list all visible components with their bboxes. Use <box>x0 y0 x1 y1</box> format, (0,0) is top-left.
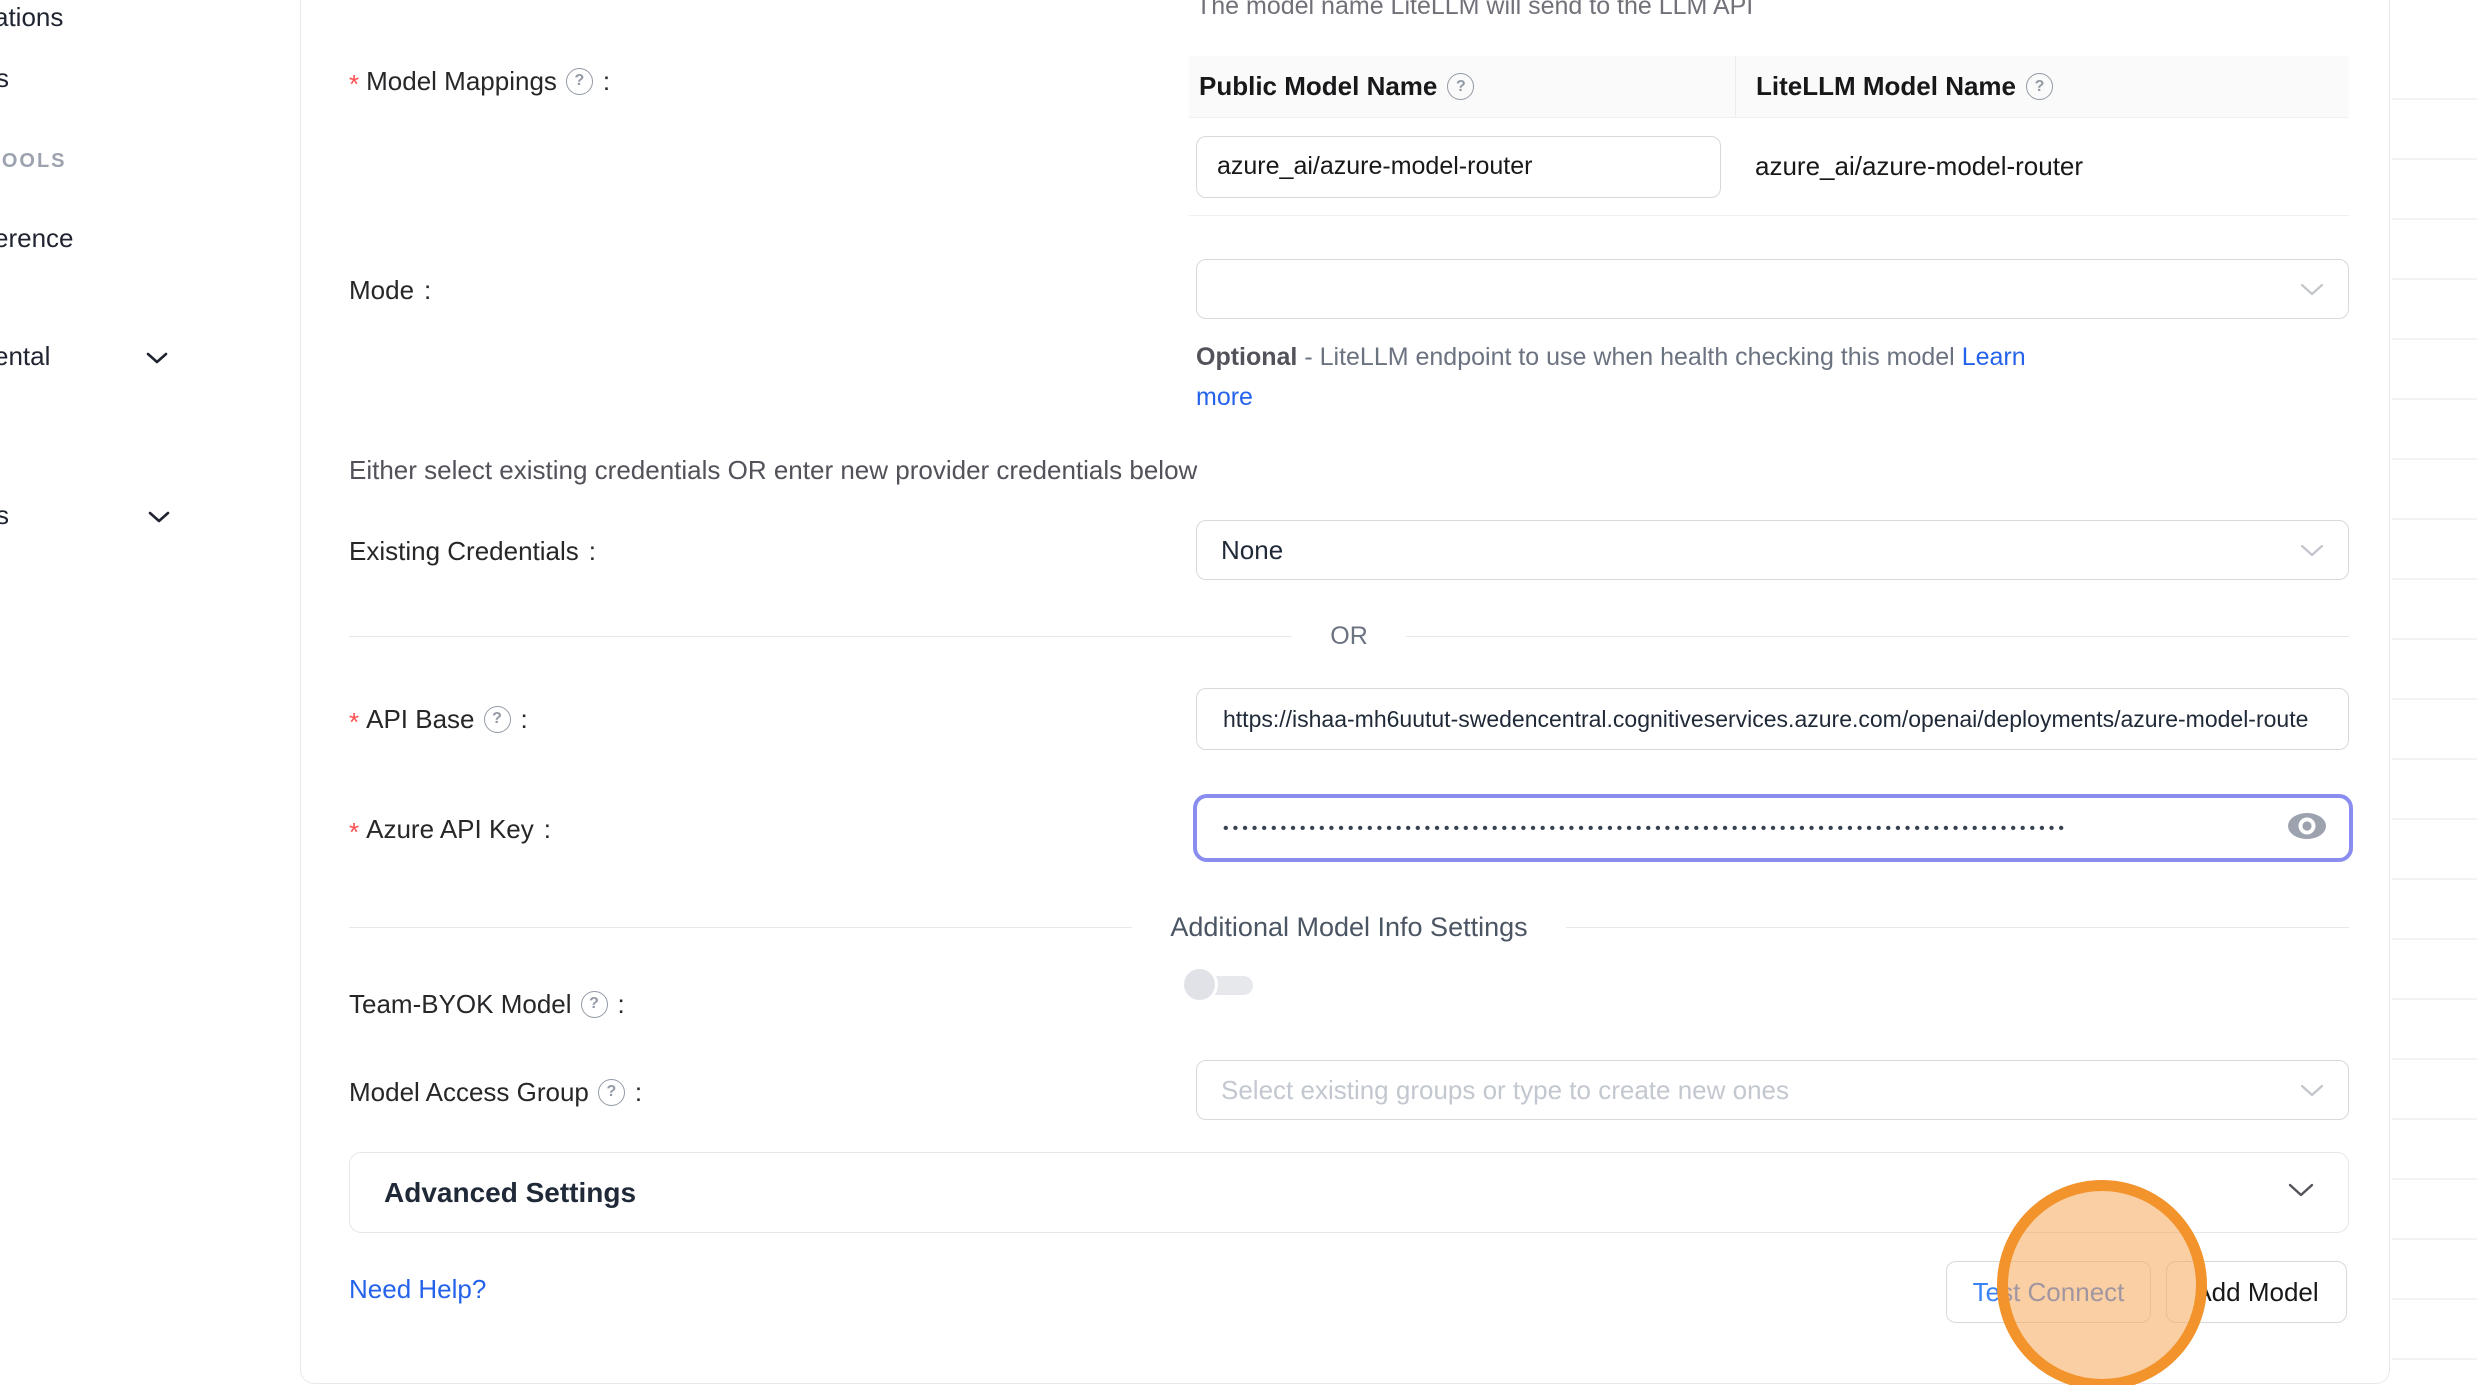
need-help-link[interactable]: Need Help? <box>349 1274 486 1305</box>
chevron-down-icon <box>2300 283 2324 296</box>
chevron-down-icon <box>2300 544 2324 557</box>
existing-credentials-value: None <box>1221 535 1283 566</box>
chevron-down-icon <box>2300 1084 2324 1097</box>
add-model-modal: The model name LiteLLM will send to the … <box>300 0 2390 1384</box>
public-model-name-input[interactable]: azure_ai/azure-model-router <box>1196 136 1721 198</box>
required-asterisk: * <box>349 700 359 738</box>
chevron-down-icon <box>146 341 168 372</box>
existing-credentials-select[interactable]: None <box>1196 520 2349 580</box>
mode-label: Mode : <box>349 269 431 311</box>
team-byok-label: Team-BYOK Model ? : <box>349 983 625 1025</box>
sidebar-item-label: s <box>0 500 9 531</box>
help-question-icon[interactable]: ? <box>484 706 511 733</box>
team-byok-toggle[interactable] <box>1184 969 1254 1001</box>
background-rows-right <box>2392 40 2477 1385</box>
help-question-icon[interactable]: ? <box>2026 73 2053 100</box>
credentials-note: Either select existing credentials OR en… <box>349 455 1197 486</box>
sidebar-item-organizations[interactable]: ations <box>0 2 63 33</box>
sidebar-item-label: erence <box>0 223 74 254</box>
sidebar-section-label: TOOLS <box>0 150 67 173</box>
sidebar-item[interactable]: s <box>0 63 9 94</box>
public-model-name-header: Public Model Name ? <box>1189 56 1735 117</box>
model-access-group-label: Model Access Group ? : <box>349 1071 642 1113</box>
api-base-label: * API Base ? : <box>349 698 528 740</box>
toggle-knob <box>1184 969 1215 1000</box>
sidebar-item-settings[interactable]: s <box>0 500 196 531</box>
masked-password-value: ••••••••••••••••••••••••••••••••••••••••… <box>1223 818 2068 838</box>
sidebar-section-tools: TOOLS <box>0 150 67 173</box>
or-divider: OR <box>349 622 2349 651</box>
sidebar: ations s TOOLS erence ental s <box>0 0 300 1385</box>
sidebar-item[interactable]: erence <box>0 223 74 254</box>
azure-api-key-input[interactable]: ••••••••••••••••••••••••••••••••••••••••… <box>1193 794 2353 862</box>
litellm-model-name-value: azure_ai/azure-model-router <box>1735 151 2083 182</box>
required-asterisk: * <box>349 62 359 100</box>
model-name-helper-text: The model name LiteLLM will send to the … <box>1196 0 1753 21</box>
sidebar-item-label: ental <box>0 341 50 372</box>
advanced-settings-title: Advanced Settings <box>384 1177 636 1209</box>
model-mappings-label: * Model Mappings ? : <box>349 60 610 102</box>
sidebar-item-label: s <box>0 63 9 94</box>
help-question-icon[interactable]: ? <box>581 991 608 1018</box>
chevron-down-icon <box>2288 1183 2314 1202</box>
help-question-icon[interactable]: ? <box>566 68 593 95</box>
mode-help-text: Optional - LiteLLM endpoint to use when … <box>1196 337 2326 417</box>
required-asterisk: * <box>349 810 359 848</box>
sidebar-item-label: ations <box>0 2 63 33</box>
eye-icon[interactable] <box>2287 812 2327 845</box>
model-mappings-table: Public Model Name ? LiteLLM Model Name ?… <box>1189 56 2349 216</box>
model-access-group-select[interactable]: Select existing groups or type to create… <box>1196 1060 2349 1120</box>
sidebar-item-experimental[interactable]: ental <box>0 341 194 372</box>
additional-info-divider: Additional Model Info Settings <box>349 912 2349 943</box>
mode-select[interactable] <box>1196 259 2349 319</box>
existing-credentials-label: Existing Credentials : <box>349 530 596 572</box>
model-access-group-placeholder: Select existing groups or type to create… <box>1221 1075 1789 1106</box>
api-base-input[interactable]: https://ishaa-mh6uutut-swedencentral.cog… <box>1196 688 2349 750</box>
model-mappings-table-header: Public Model Name ? LiteLLM Model Name ? <box>1189 56 2349 118</box>
model-mappings-table-row: azure_ai/azure-model-router azure_ai/azu… <box>1189 118 2349 216</box>
help-question-icon[interactable]: ? <box>1447 73 1474 100</box>
chevron-down-icon <box>148 500 170 531</box>
help-question-icon[interactable]: ? <box>598 1079 625 1106</box>
azure-api-key-label: * Azure API Key : <box>349 808 551 850</box>
add-model-screen: ations s TOOLS erence ental s The model … <box>0 0 2477 1385</box>
litellm-model-name-header: LiteLLM Model Name ? <box>1735 56 2349 117</box>
click-highlight-circle <box>1997 1180 2207 1385</box>
